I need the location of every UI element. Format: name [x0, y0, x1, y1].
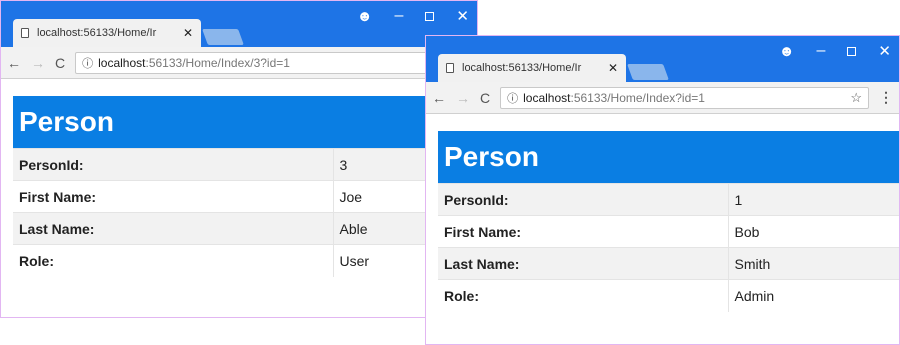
menu-icon[interactable]: ⋮	[879, 89, 893, 106]
row-label: Last Name:	[13, 212, 333, 245]
maximize-icon[interactable]	[425, 11, 435, 21]
close-window-icon[interactable]: ✕	[456, 7, 469, 25]
page-content: Person PersonId: 3 First Name: Joe Last …	[1, 79, 477, 277]
back-icon[interactable]: ←	[7, 55, 21, 71]
row-label: First Name:	[13, 180, 333, 213]
forward-icon[interactable]: →	[456, 90, 470, 106]
info-icon[interactable]: ⓘ	[507, 90, 518, 106]
row-value: Smith	[727, 247, 899, 280]
table-row: PersonId: 3	[13, 148, 477, 181]
close-tab-icon[interactable]: ✕	[608, 61, 618, 75]
table-row: Role: Admin	[438, 279, 899, 312]
profile-icon[interactable]: ☻	[779, 43, 795, 60]
back-icon[interactable]: ←	[432, 90, 446, 106]
address-host: localhost	[98, 55, 146, 70]
page-icon	[446, 63, 454, 73]
minimize-icon[interactable]: –	[817, 42, 826, 60]
browser-tab[interactable]: localhost:56133/Home/Ir ✕	[438, 54, 626, 82]
browser-tab[interactable]: localhost:56133/Home/Ir ✕	[13, 19, 201, 47]
profile-icon[interactable]: ☻	[357, 8, 373, 25]
row-label: PersonId:	[438, 183, 728, 216]
row-label: PersonId:	[13, 148, 333, 181]
row-label: Role:	[13, 244, 333, 277]
reload-icon[interactable]: C	[55, 55, 65, 71]
row-label: First Name:	[438, 215, 728, 248]
table-row: PersonId: 1	[438, 183, 899, 216]
info-icon[interactable]: ⓘ	[82, 55, 93, 71]
row-value: Bob	[727, 215, 899, 248]
title-bar[interactable]: localhost:56133/Home/Ir ✕ ☻ – ✕	[426, 36, 899, 82]
person-table: PersonId: 1 First Name: Bob Last Name: S…	[438, 183, 899, 312]
maximize-icon[interactable]	[847, 46, 857, 56]
address-path: :56133/Home/Index?id=1	[570, 90, 705, 105]
row-label: Last Name:	[438, 247, 728, 280]
new-tab-button[interactable]	[627, 64, 669, 80]
table-row: First Name: Bob	[438, 215, 899, 248]
forward-icon[interactable]: →	[31, 55, 45, 71]
address-bar[interactable]: ⓘ localhost :56133/Home/Index/3?id=1	[75, 51, 471, 74]
browser-window-1: localhost:56133/Home/Ir ✕ ☻ – ✕ ← → C ⓘ …	[0, 0, 478, 318]
table-row: Last Name: Smith	[438, 247, 899, 280]
table-row: Role: User	[13, 244, 477, 277]
tab-title: localhost:56133/Home/Ir	[37, 27, 157, 39]
table-row: First Name: Joe	[13, 180, 477, 213]
minimize-icon[interactable]: –	[395, 7, 404, 25]
close-tab-icon[interactable]: ✕	[183, 26, 193, 40]
tab-title: localhost:56133/Home/Ir	[462, 62, 582, 74]
reload-icon[interactable]: C	[480, 90, 490, 106]
browser-toolbar: ← → C ⓘ localhost :56133/Home/Index/3?id…	[1, 47, 477, 79]
close-window-icon[interactable]: ✕	[878, 42, 891, 60]
new-tab-button[interactable]	[202, 29, 244, 45]
page-title: Person	[13, 96, 477, 148]
browser-window-2: localhost:56133/Home/Ir ✕ ☻ – ✕ ← → C ⓘ …	[425, 35, 900, 345]
address-host: localhost	[523, 90, 571, 105]
bookmark-star-icon[interactable]: ☆	[850, 90, 862, 106]
row-value: 1	[727, 183, 899, 216]
window-controls: ☻ – ✕	[779, 42, 891, 60]
address-bar[interactable]: ⓘ localhost :56133/Home/Index?id=1 ☆	[500, 86, 869, 109]
person-table: PersonId: 3 First Name: Joe Last Name: A…	[13, 148, 477, 277]
title-bar[interactable]: localhost:56133/Home/Ir ✕ ☻ – ✕	[1, 1, 477, 47]
row-label: Role:	[438, 279, 728, 312]
browser-toolbar: ← → C ⓘ localhost :56133/Home/Index?id=1…	[426, 82, 899, 114]
table-row: Last Name: Able	[13, 212, 477, 245]
page-content: Person PersonId: 1 First Name: Bob Last …	[426, 114, 899, 312]
page-title: Person	[438, 131, 899, 183]
window-controls: ☻ – ✕	[357, 7, 469, 25]
row-value: Admin	[727, 279, 899, 312]
page-icon	[21, 28, 29, 38]
address-path: :56133/Home/Index/3?id=1	[145, 55, 290, 70]
